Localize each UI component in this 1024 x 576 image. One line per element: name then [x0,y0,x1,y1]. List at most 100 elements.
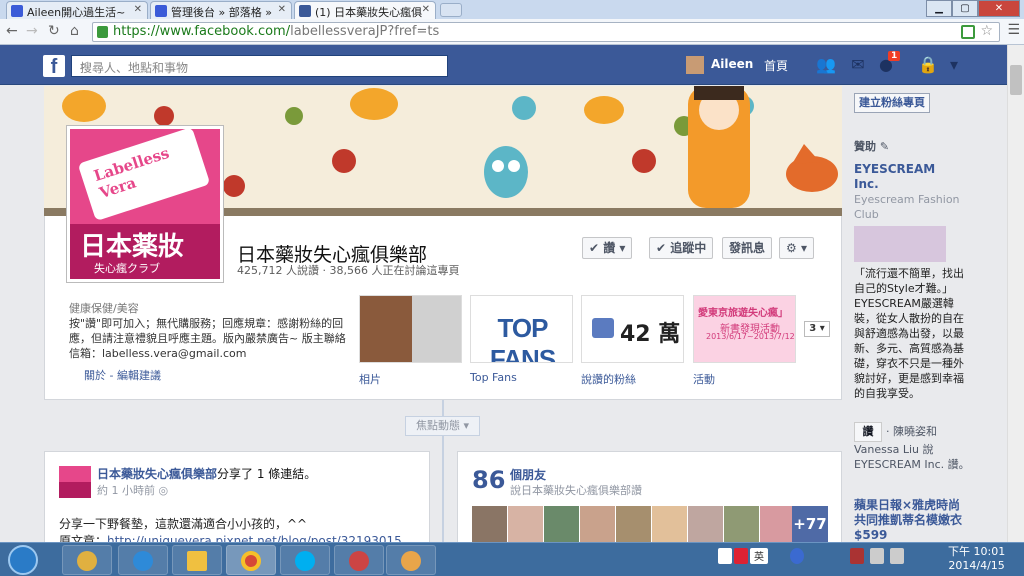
ad-image[interactable] [854,226,946,262]
ime-indicator[interactable]: 英 [750,548,768,564]
forward-icon[interactable]: → [26,23,38,39]
tab-facebook[interactable]: (1) 日本藥妝失心瘋俱 ✕ [294,1,436,19]
user-name-link[interactable]: Aileen [711,57,753,71]
ad-like-button[interactable]: 讚 [854,422,882,442]
system-clock[interactable]: 下午 10:01 2014/4/15 [948,545,1005,573]
taskbar-app-skype[interactable] [280,545,330,575]
friends-label[interactable]: 個朋友 [510,466,546,483]
friend-avatar[interactable] [616,506,651,542]
taskbar-app-ie[interactable] [118,545,168,575]
close-window-button[interactable]: ✕ [978,0,1020,17]
post-author-link[interactable]: 日本藥妝失心瘋俱樂部 [97,467,217,481]
user-avatar[interactable] [686,56,704,74]
navigation-bar: ← → ↻ ⌂ https://www.facebook.com/labelle… [0,19,1024,45]
friend-avatar[interactable] [508,506,543,542]
tray-note-icon[interactable] [718,548,732,564]
reload-icon[interactable]: ↻ [48,23,60,39]
snipping-icon [349,551,369,571]
volume-icon[interactable] [890,548,904,564]
post-author-avatar[interactable] [59,466,91,498]
home-link[interactable]: 首頁 [764,57,788,74]
chevron-down-icon: ▾ [615,241,626,255]
bookmark-star-icon[interactable]: ☆ [980,23,993,39]
likes-label[interactable]: 說讚的粉絲 [581,371,636,387]
privacy-icon[interactable]: 🔒 [918,56,938,74]
ad-subtitle: Eyescream Fashion Club [854,193,960,221]
friend-avatar[interactable] [580,506,615,542]
about-section: 健康保健/美容 按"讚"即可加入；無代購服務；回應規章：感謝粉絲的回應，但請注意… [69,301,349,361]
scrollbar[interactable] [1007,45,1024,545]
friends-count[interactable]: 86 [472,466,505,494]
photos-label[interactable]: 相片 [359,371,381,387]
taskbar-app-snipping[interactable] [334,545,384,575]
friend-avatar[interactable] [688,506,723,542]
address-bar[interactable]: https://www.facebook.com/labellessveraJP… [92,22,1000,42]
following-button[interactable]: ✔ 追蹤中 [649,237,714,259]
check-icon: ✔ [656,241,671,255]
events-tile[interactable]: 愛東京旅遊失心瘋」 新書發現活動 2013/6/17~2013/7/12 [693,295,796,363]
photos-tile[interactable] [359,295,462,363]
extension-icon[interactable] [961,25,975,39]
blog-favicon-icon [11,5,23,17]
tab-admin[interactable]: 管理後台 » 部落格 » ✕ [150,1,292,19]
new-tab-button[interactable] [440,3,462,17]
events-label[interactable]: 活動 [693,371,715,387]
ad-like-info: · 陳曉姿和 [886,425,937,438]
home-icon[interactable]: ⌂ [70,23,79,39]
taskbar-app-palette[interactable] [386,545,436,575]
network-icon[interactable] [870,548,884,564]
start-button-icon[interactable] [8,545,38,575]
profile-picture[interactable]: Labelless Vera 日本薬妝 失心瘋クラブ [66,125,224,283]
url-text: https://www.facebook.com/labellessveraJP… [113,24,440,39]
scrollbar-thumb[interactable] [1010,65,1022,95]
gear-icon: ⚙ [786,241,797,255]
message-button[interactable]: 發訊息 [722,237,773,259]
ad-title[interactable]: EYESCREAM Inc. [854,162,964,192]
friend-avatar[interactable] [760,506,795,542]
tab-aileen-blog[interactable]: Aileen開心過生活~ ✕ [6,1,148,19]
top-fans-tile[interactable]: TOP FANS [470,295,573,363]
friend-avatar[interactable] [544,506,579,542]
friends-icon[interactable]: 👥 [816,56,836,74]
tab-label: 管理後台 » 部落格 » [171,6,272,19]
like-button[interactable]: ✔ 讚 ▾ [582,237,633,259]
more-tiles-button[interactable]: 3 ▾ [804,321,830,337]
back-icon[interactable]: ← [6,23,18,39]
close-tab-icon[interactable]: ✕ [278,4,286,15]
ad2-title[interactable]: 蘋果日報×雅虎時尚共同推凱蒂名模嫩衣$599 [854,498,972,543]
browser-chrome: Aileen開心過生活~ ✕ 管理後台 » 部落格 » ✕ (1) 日本藥妝失心… [0,0,1024,45]
settings-caret-icon[interactable]: ▾ [944,56,964,74]
post-time-text: 約 1 小時前 [97,484,155,497]
help-icon[interactable] [790,548,804,564]
maximize-button[interactable]: ▢ [952,0,978,17]
highlights-dropdown[interactable]: 焦點動態 ▾ [405,416,480,436]
menu-icon[interactable]: ☰ [1007,22,1020,38]
taskbar-app-explorer[interactable] [172,545,222,575]
more-friends-button[interactable]: +77 [792,506,828,542]
friend-avatar[interactable] [472,506,507,542]
taskbar-app-paint[interactable] [62,545,112,575]
friend-avatar[interactable] [724,506,759,542]
tray-security-icon[interactable] [850,548,864,564]
minimize-button[interactable]: ▁ [926,0,952,17]
search-icon[interactable]: ⌕ [80,58,441,73]
friend-avatar[interactable] [652,506,687,542]
about-link[interactable]: 關於 - 編輯建議 [84,367,161,383]
search-input[interactable]: 搜尋人、地點和事物 ⌕ [71,55,448,77]
palette-icon [401,551,421,571]
messages-icon[interactable]: ✉ [848,56,868,74]
post-text-line: 分享一下野餐墊，這款還滿適合小小孩的，^^ [59,517,308,531]
about-description: 按"讚"即可加入；無代購服務；回應規章：感謝粉絲的回應，但請注意禮貌且呼應主題。… [69,317,346,360]
tray-ime-icon[interactable] [734,548,748,564]
about-category: 健康保健/美容 [69,302,139,315]
top-fans-label[interactable]: Top Fans [470,371,517,384]
create-page-button[interactable]: 建立粉絲專頁 [854,93,930,113]
clock-time: 下午 10:01 [948,545,1006,558]
post-time[interactable]: 約 1 小時前 ◎ [97,482,168,498]
close-tab-icon[interactable]: ✕ [134,4,142,15]
close-tab-icon[interactable]: ✕ [422,4,430,15]
likes-tile[interactable]: 42 萬 [581,295,684,363]
facebook-logo-icon[interactable]: f [43,55,65,78]
taskbar-app-chrome[interactable] [226,545,276,575]
settings-button[interactable]: ⚙ ▾ [779,237,814,259]
